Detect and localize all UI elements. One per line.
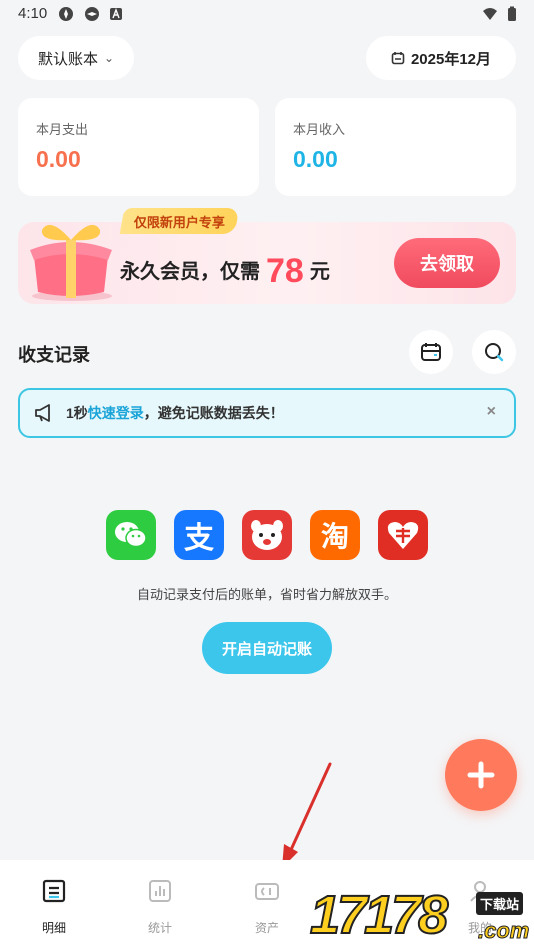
taobao-icon: 淘: [310, 510, 360, 560]
chevron-down-icon: ⌄: [103, 51, 115, 65]
new-user-tag: 仅限新用户专享: [119, 208, 240, 234]
battery-icon: [508, 6, 516, 21]
nav-label: 资产: [254, 921, 279, 935]
wechat-icon: [106, 510, 156, 560]
nav-item-statistics[interactable]: 统计: [120, 878, 200, 936]
promo-banner[interactable]: 仅限新用户专享 永久会员，仅需 78 元 去领取: [18, 208, 516, 304]
plus-icon: [467, 761, 495, 789]
income-value: 0.00: [293, 146, 338, 172]
expense-value: 0.00: [36, 146, 81, 172]
expense-card[interactable]: 本月支出 0.00: [18, 98, 259, 196]
nav-label: 统计: [147, 921, 172, 935]
a-notification-icon: [110, 8, 122, 20]
expense-label: 本月支出: [36, 122, 89, 137]
chart-icon: [149, 880, 171, 902]
wifi-icon: [483, 8, 497, 20]
nav-item-details[interactable]: 明细: [14, 878, 94, 936]
search-icon: [485, 343, 504, 362]
watermark-tag: 下载站: [476, 892, 524, 915]
notice-text: 1秒快速登录，避免记账数据丢失！: [66, 405, 284, 421]
income-label: 本月收入: [293, 122, 346, 137]
alipay-icon: 支: [174, 510, 224, 560]
nav-item-assets[interactable]: 资产: [227, 878, 307, 936]
site-watermark: 17178 下载站 .com: [309, 884, 534, 950]
annotation-arrow-icon: [282, 762, 332, 868]
records-title: 收支记录: [18, 345, 90, 365]
payment-apps: 支 淘: [106, 510, 428, 560]
watermark-number: 17178: [309, 884, 449, 946]
nav-label: 明细: [41, 921, 66, 935]
app-notification-icon: [85, 7, 99, 21]
income-card[interactable]: 本月收入 0.00: [275, 98, 516, 196]
promo-text: 永久会员，仅需 78 元: [120, 252, 330, 290]
close-icon[interactable]: ×: [487, 403, 496, 421]
gift-box-icon: [30, 224, 112, 301]
app-notification-icon: [59, 7, 73, 21]
calendar-icon: [421, 343, 441, 361]
megaphone-icon: [35, 404, 50, 422]
status-time: 4:10: [18, 5, 48, 22]
calendar-icon: [391, 52, 405, 65]
jd-icon: [242, 510, 292, 560]
month-label: 2025年12月: [410, 50, 492, 68]
auto-record-description: 自动记录支付后的账单，省时省力解放双手。: [136, 587, 397, 602]
wallet-icon: [255, 883, 279, 900]
list-icon: [42, 879, 66, 903]
promo-price: 78: [266, 252, 304, 290]
quick-login-link[interactable]: 快速登录: [88, 405, 144, 421]
account-book-selector[interactable]: 默认账本 ⌄: [18, 36, 134, 80]
pinduoduo-icon: [378, 510, 428, 560]
calendar-button[interactable]: [409, 330, 453, 374]
add-record-button[interactable]: [445, 739, 517, 811]
enable-auto-record-button[interactable]: 开启自动记账: [202, 622, 332, 674]
search-button[interactable]: [472, 330, 516, 374]
account-book-label: 默认账本: [37, 50, 98, 68]
watermark-domain: .com: [477, 918, 530, 944]
claim-button[interactable]: 去领取: [394, 238, 500, 288]
month-selector[interactable]: 2025年12月: [366, 36, 516, 80]
login-notice[interactable]: 1秒快速登录，避免记账数据丢失！ ×: [18, 388, 516, 438]
status-bar: 4:10: [0, 0, 534, 30]
